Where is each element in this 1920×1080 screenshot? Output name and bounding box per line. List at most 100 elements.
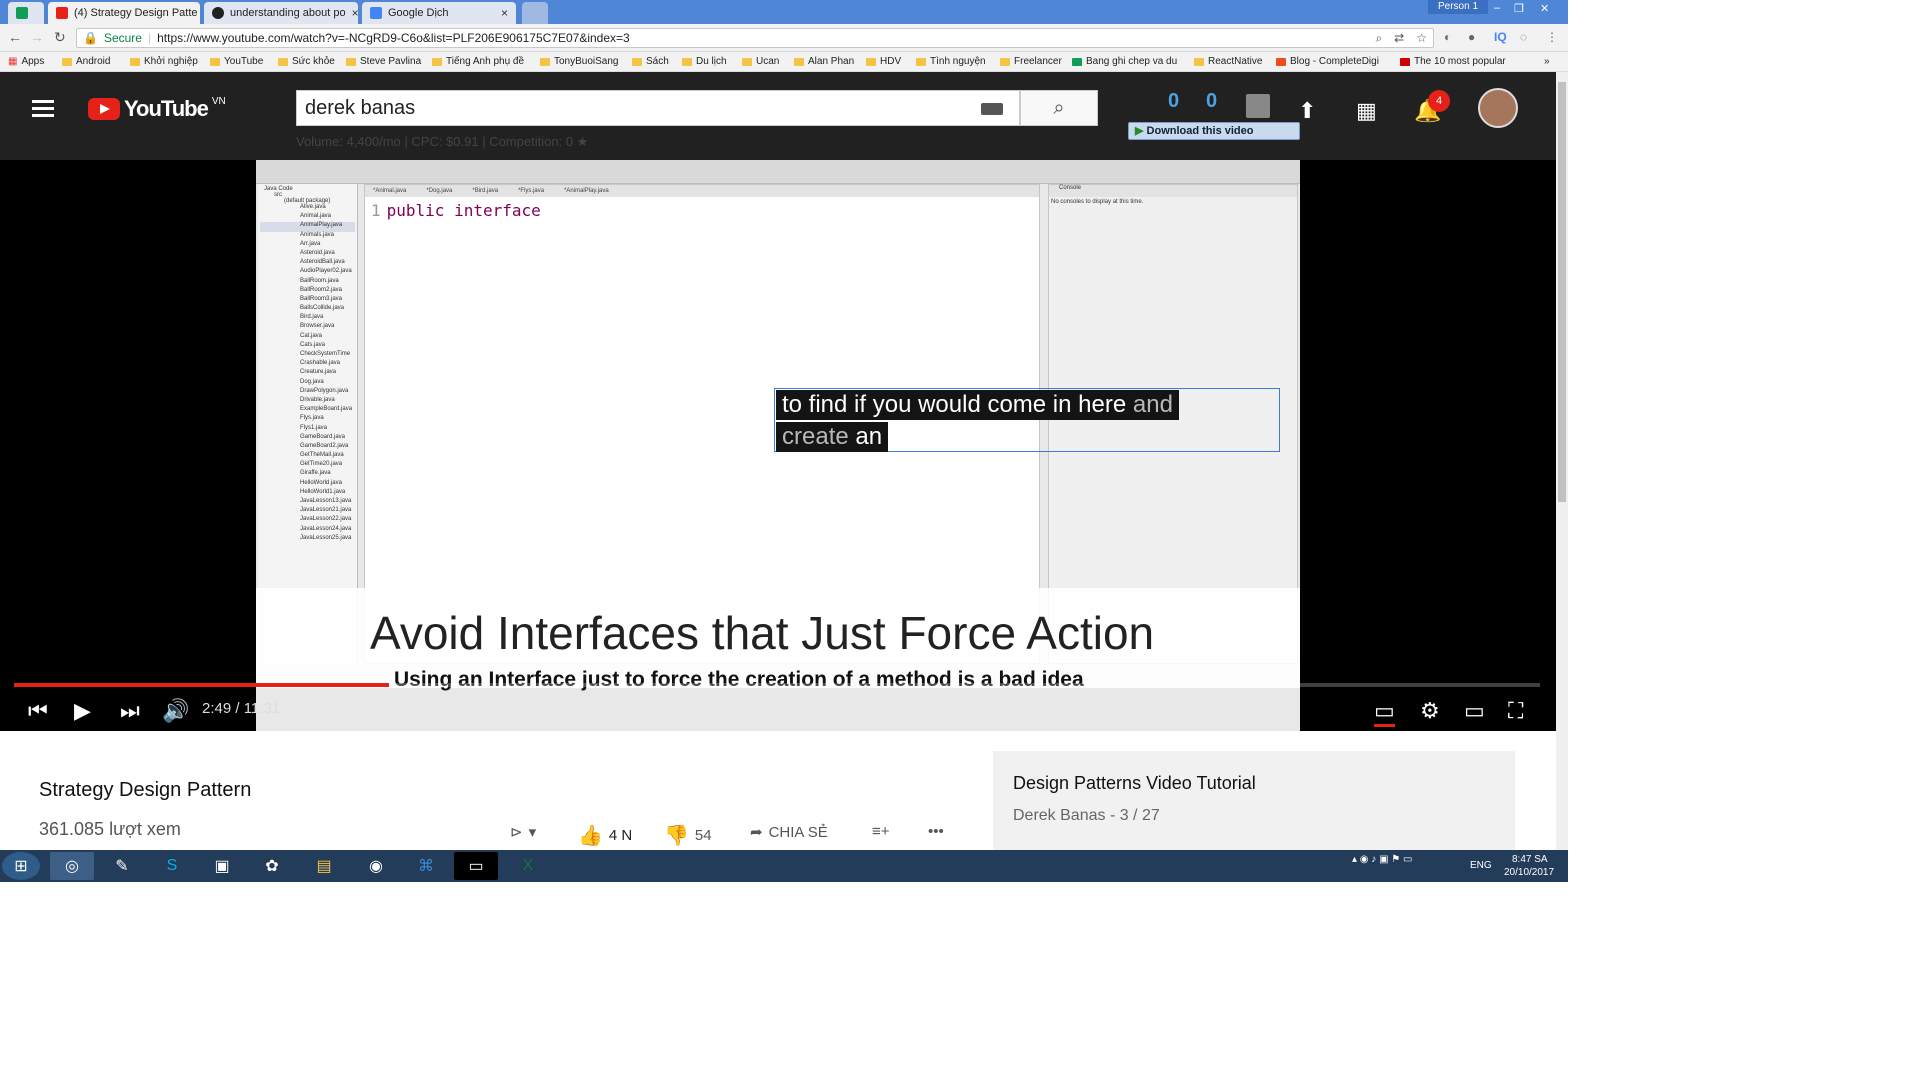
excel-taskbar-icon[interactable]: X: [506, 852, 550, 880]
bookmark-folder[interactable]: Sức khỏe: [278, 56, 335, 67]
bookmark-link[interactable]: Bang ghi chep va du: [1072, 56, 1177, 67]
bookmark-link[interactable]: Blog - CompleteDigi: [1276, 56, 1379, 67]
search-input[interactable]: derek banas: [296, 90, 1020, 126]
bookmark-folder[interactable]: Tình nguyện: [916, 56, 986, 67]
back-icon[interactable]: ←: [8, 29, 22, 45]
previous-icon[interactable]: ⏮: [28, 698, 48, 724]
play-icon: ▶: [1135, 125, 1144, 137]
more-bookmarks-icon[interactable]: »: [1544, 56, 1550, 67]
omnibox[interactable]: 🔒 Secure | https://www.youtube.com/watch…: [76, 28, 1434, 48]
editor-tab: *AnimalPlay.java: [564, 188, 609, 194]
bookmark-folder[interactable]: Du lịch: [682, 56, 727, 67]
bookmark-folder[interactable]: ReactNative: [1194, 56, 1262, 67]
volume-icon[interactable]: 🔊: [162, 698, 189, 724]
extension-icon[interactable]: ◐: [1444, 30, 1451, 44]
bookmark-folder[interactable]: Khởi nghiệp: [130, 56, 198, 67]
next-icon[interactable]: ⏭: [120, 698, 140, 724]
clock-time[interactable]: 8:47 SA: [1512, 854, 1548, 865]
bookmark-folder[interactable]: Ucan: [742, 56, 779, 67]
close-icon[interactable]: ×: [352, 6, 358, 20]
vscode-taskbar-icon[interactable]: ⌘: [404, 852, 448, 880]
maximize-icon[interactable]: ❐: [1514, 2, 1524, 15]
profile-button[interactable]: Person 1: [1428, 0, 1489, 14]
tab-youtube[interactable]: (4) Strategy Design Patte ×: [48, 2, 200, 24]
star-icon[interactable]: ☆: [1416, 31, 1427, 45]
zoom-icon[interactable]: ⌕: [1375, 31, 1382, 46]
video-player[interactable]: Java Code src (default package) Alive.ja…: [0, 160, 1556, 731]
bookmark-folder[interactable]: Alan Phan: [794, 56, 854, 67]
play-icon[interactable]: ▶: [74, 698, 91, 724]
skype-taskbar-icon[interactable]: S: [150, 852, 194, 880]
dislike-button[interactable]: 👎 54: [664, 823, 712, 848]
apps-grid-icon[interactable]: ▦: [1356, 98, 1377, 124]
bookmark-folder[interactable]: Android: [62, 56, 110, 67]
bookmark-folder[interactable]: HDV: [866, 56, 901, 67]
tab-github[interactable]: understanding about po ×: [204, 2, 358, 24]
minimize-icon[interactable]: –: [1494, 2, 1500, 14]
bookmark-folder[interactable]: Sách: [632, 56, 669, 67]
add-to-button[interactable]: ⊳ ▾: [510, 823, 536, 841]
tab-google-translate[interactable]: Google Dịch ×: [362, 2, 516, 24]
bookmark-apps[interactable]: ▦ Apps: [8, 56, 44, 67]
download-video-button[interactable]: ▶ Download this video: [1128, 122, 1300, 140]
settings-icon[interactable]: ⚙: [1420, 698, 1440, 724]
search-button[interactable]: ⌕: [1020, 90, 1098, 126]
playlist-panel[interactable]: Design Patterns Video Tutorial Derek Ban…: [993, 751, 1515, 851]
more-actions-button[interactable]: •••: [928, 823, 944, 840]
bar-chart-icon[interactable]: [1246, 94, 1270, 118]
bookmark-folder[interactable]: Steve Pavlina: [346, 56, 421, 67]
url-text[interactable]: https://www.youtube.com/watch?v=-NCgRD9-…: [157, 31, 630, 45]
bookmark-folder[interactable]: TonyBuoiSang: [540, 56, 619, 67]
terminal-taskbar-icon[interactable]: ▭: [454, 852, 498, 880]
tray-icons[interactable]: ▴ ◉ ♪ ▣ ⚑ ▭: [1352, 854, 1413, 865]
translate-icon[interactable]: ⇄: [1394, 31, 1404, 45]
like-button[interactable]: 👍 4 N: [578, 823, 632, 848]
network-taskbar-icon[interactable]: ▣: [200, 852, 244, 880]
scroll-thumb[interactable]: [1558, 82, 1566, 502]
video-frame[interactable]: Java Code src (default package) Alive.ja…: [256, 160, 1300, 731]
notes-taskbar-icon[interactable]: ✎: [100, 852, 144, 880]
upload-icon[interactable]: ⬆: [1298, 98, 1316, 124]
explorer-taskbar-icon[interactable]: ▤: [302, 852, 346, 880]
sheets-app-tab[interactable]: [8, 2, 44, 24]
google-translate-icon: [370, 7, 382, 19]
menu-icon[interactable]: ⋮: [1546, 30, 1558, 44]
window-close-icon[interactable]: ✕: [1540, 2, 1549, 15]
subtitles-icon[interactable]: ▭: [1374, 698, 1395, 727]
iq-extension-icon[interactable]: IQ: [1494, 30, 1507, 44]
forward-icon[interactable]: →: [30, 29, 44, 45]
caption-text: to find if you would come in here: [782, 391, 1127, 418]
close-icon[interactable]: ×: [501, 6, 508, 20]
keyboard-icon[interactable]: [981, 103, 1003, 115]
bookmark-folder[interactable]: Freelancer: [1000, 56, 1062, 67]
bookmark-folder[interactable]: YouTube: [210, 56, 263, 67]
editor-tab: *Animal.java: [373, 188, 407, 194]
extension-icon[interactable]: ●: [1468, 30, 1475, 44]
share-button[interactable]: ➦ CHIA SẺ: [750, 823, 828, 842]
progress-bar[interactable]: [14, 683, 1540, 687]
bookmark-folder[interactable]: Tiếng Anh phụ đề: [432, 56, 524, 67]
page-scrollbar[interactable]: [1556, 72, 1568, 850]
chrome-taskbar-icon[interactable]: ◎: [50, 852, 94, 880]
new-tab-button[interactable]: [522, 2, 548, 24]
start-button[interactable]: ⊞: [2, 852, 40, 880]
fullscreen-icon[interactable]: ⛶: [1508, 698, 1523, 724]
hamburger-menu-icon[interactable]: [32, 100, 54, 117]
youtube-logo[interactable]: YouTube VN: [88, 96, 226, 122]
file-tree-item: Asteroid.java: [300, 249, 335, 256]
clock-date[interactable]: 20/10/2017: [1504, 867, 1554, 878]
bookmark-label: Bang ghi chep va du: [1086, 56, 1178, 67]
extension-icon[interactable]: ◌: [1520, 30, 1527, 44]
file-tree-item: Animals.java: [300, 231, 335, 238]
paint-taskbar-icon[interactable]: ✿: [250, 852, 294, 880]
playlist-title[interactable]: Design Patterns Video Tutorial: [1013, 773, 1256, 794]
eclipse-taskbar-icon[interactable]: ◉: [354, 852, 398, 880]
file-tree-item: JavaLesson13.java: [300, 498, 352, 504]
chevron-down-icon: ▾: [528, 824, 537, 841]
avatar[interactable]: [1478, 88, 1518, 128]
add-to-playlist-button[interactable]: ≡+: [872, 823, 890, 840]
theater-mode-icon[interactable]: ▭: [1464, 698, 1485, 724]
reload-icon[interactable]: ↻: [54, 29, 66, 46]
language-indicator[interactable]: ENG: [1470, 860, 1492, 871]
bookmark-link[interactable]: The 10 most popular: [1400, 56, 1506, 67]
